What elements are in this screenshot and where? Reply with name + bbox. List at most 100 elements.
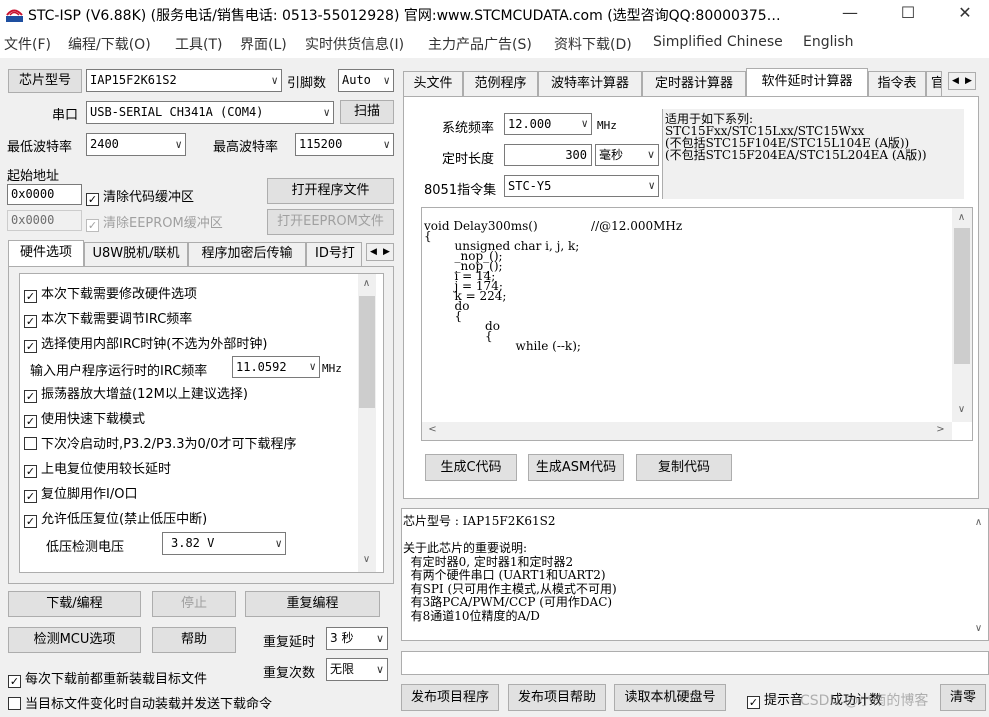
- tab-examples[interactable]: 范例程序: [463, 71, 538, 96]
- scroll-thumb[interactable]: [954, 228, 970, 364]
- hw-options-scrollbar[interactable]: ∧ ∨: [358, 274, 376, 572]
- menu-file[interactable]: 文件(F): [4, 34, 51, 54]
- scroll-up-icon[interactable]: ∧: [358, 278, 375, 289]
- tab-header-file[interactable]: 头文件: [403, 71, 463, 96]
- isa-select[interactable]: STC-Y5 ∨: [504, 175, 659, 197]
- tab-delay-calc[interactable]: 软件延时计算器: [746, 68, 868, 96]
- option-fast-download[interactable]: ✓ 使用快速下载模式: [24, 408, 145, 428]
- option-adjust-irc[interactable]: ✓ 本次下载需要调节IRC频率: [24, 308, 192, 328]
- clear-count-button[interactable]: 清零: [940, 684, 986, 711]
- sys-freq-select[interactable]: 12.000 ∨: [504, 113, 592, 135]
- stop-button[interactable]: 停止: [152, 591, 236, 617]
- tab-timer-calc[interactable]: 定时器计算器: [642, 71, 746, 96]
- option-p32-p33[interactable]: 下次冷启动时,P3.2/P3.3为0/0才可下载程序: [24, 433, 296, 452]
- maximize-button[interactable]: ☐: [885, 0, 931, 28]
- menu-program[interactable]: 编程/下载(O): [68, 34, 151, 54]
- menu-supply-info[interactable]: 实时供货信息(I): [305, 34, 404, 54]
- menu-chinese[interactable]: Simplified Chinese: [653, 34, 783, 50]
- publish-help-button[interactable]: 发布项目帮助: [508, 684, 606, 711]
- scroll-down-icon[interactable]: ∨: [970, 623, 987, 634]
- repeat-count-select[interactable]: 无限 ∨: [326, 658, 388, 681]
- delay-unit-select[interactable]: 毫秒 ∨: [595, 144, 659, 166]
- minimize-button[interactable]: —: [827, 0, 873, 28]
- reload-before-download-checkbox[interactable]: ✓ 每次下载前都重新装载目标文件: [8, 668, 207, 688]
- reprogram-button[interactable]: 重复编程: [245, 591, 380, 617]
- scroll-up-icon[interactable]: ∧: [970, 517, 987, 528]
- tab-hardware-options[interactable]: 硬件选项: [8, 240, 84, 266]
- right-tab-scroller[interactable]: ◀ ▶: [948, 72, 976, 90]
- eeprom-address-input[interactable]: 0x0000: [7, 210, 82, 231]
- generate-c-button[interactable]: 生成C代码: [425, 454, 517, 481]
- menu-ads[interactable]: 主力产品广告(S): [428, 34, 532, 54]
- scroll-thumb[interactable]: [359, 296, 375, 408]
- option-low-voltage-reset[interactable]: ✓ 允许低压复位(禁止低压中断): [24, 508, 207, 528]
- menu-tools[interactable]: 工具(T): [175, 34, 222, 54]
- download-button[interactable]: 下载/编程: [8, 591, 141, 617]
- max-baud-select[interactable]: 115200 ∨: [295, 133, 394, 156]
- close-button[interactable]: ✕: [942, 0, 988, 28]
- tab-left-arrow-icon[interactable]: ◀: [367, 244, 380, 260]
- tab-instruction-table[interactable]: 指令表: [868, 71, 926, 96]
- scroll-right-icon[interactable]: >: [932, 424, 949, 435]
- lvd-select[interactable]: 3.82 V ∨: [162, 532, 286, 555]
- pin-count-select[interactable]: Auto ∨: [338, 69, 394, 92]
- option-long-reset-delay[interactable]: ✓ 上电复位使用较长延时: [24, 458, 171, 478]
- help-button[interactable]: 帮助: [152, 627, 236, 653]
- generate-asm-button[interactable]: 生成ASM代码: [528, 454, 624, 481]
- tab-baud-calc[interactable]: 波特率计算器: [538, 71, 642, 96]
- check-icon: ✓: [24, 390, 37, 403]
- code-output-box[interactable]: void Delay300ms() //@12.000MHz{ unsigned…: [421, 207, 973, 441]
- code-address-input[interactable]: 0x0000: [7, 184, 82, 205]
- scroll-down-icon[interactable]: ∨: [953, 404, 970, 415]
- menu-interface[interactable]: 界面(L): [240, 34, 287, 54]
- chevron-down-icon: ∨: [383, 138, 390, 151]
- check-icon: ✓: [86, 193, 99, 206]
- tab-right-arrow-icon[interactable]: ▶: [380, 244, 393, 260]
- repeat-delay-select[interactable]: 3 秒 ∨: [326, 627, 388, 650]
- option-osc-gain[interactable]: ✓ 振荡器放大增益(12M以上建议选择): [24, 383, 248, 403]
- option-internal-irc[interactable]: ✓ 选择使用内部IRC时钟(不选为外部时钟): [24, 333, 267, 353]
- chip-type-button[interactable]: 芯片型号: [8, 69, 82, 93]
- tab-encrypted-transfer[interactable]: 程序加密后传输: [188, 242, 306, 266]
- tab-official[interactable]: 官: [926, 71, 942, 96]
- chevron-down-icon: ∨: [648, 179, 655, 192]
- menu-english[interactable]: English: [803, 34, 854, 50]
- code-v-scrollbar[interactable]: ∧ ∨: [952, 208, 972, 422]
- chip-type-select[interactable]: IAP15F2K61S2 ∨: [86, 69, 282, 92]
- delay-length-label: 定时长度: [442, 152, 495, 167]
- tab-left-arrow-icon[interactable]: ◀: [949, 73, 962, 89]
- start-address-label: 起始地址: [7, 169, 60, 184]
- code-h-scrollbar[interactable]: < >: [422, 422, 952, 440]
- open-eeprom-file-button[interactable]: 打开EEPROM文件: [267, 209, 394, 235]
- read-disk-id-button[interactable]: 读取本机硬盘号: [614, 684, 726, 711]
- menu-downloads[interactable]: 资料下载(D): [554, 34, 632, 54]
- check-icon: ✓: [86, 219, 99, 232]
- scroll-down-icon[interactable]: ∨: [358, 554, 375, 565]
- open-program-file-button[interactable]: 打开程序文件: [267, 178, 394, 204]
- left-tab-scroller[interactable]: ◀ ▶: [366, 243, 394, 261]
- detect-mcu-button[interactable]: 检测MCU选项: [8, 627, 141, 653]
- auto-reload-checkbox[interactable]: 当目标文件变化时自动装载并发送下载命令: [8, 693, 272, 712]
- scroll-up-icon[interactable]: ∧: [953, 212, 970, 223]
- option-reset-as-io[interactable]: ✓ 复位脚用作I/O口: [24, 483, 137, 503]
- chip-info-box[interactable]: 芯片型号 : IAP15F2K61S2 关于此芯片的重要说明: 有定时器0, 定…: [401, 508, 989, 641]
- tab-right-arrow-icon[interactable]: ▶: [962, 73, 975, 89]
- copy-code-button[interactable]: 复制代码: [636, 454, 732, 481]
- tab-u8w[interactable]: U8W脱机/联机: [84, 242, 188, 266]
- clear-eeprom-checkbox[interactable]: ✓ 清除EEPROM缓冲区: [86, 212, 223, 232]
- irc-unit-label: MHz: [322, 362, 342, 375]
- min-baud-select[interactable]: 2400 ∨: [86, 133, 186, 156]
- delay-length-input[interactable]: 300: [504, 144, 592, 166]
- clear-code-checkbox[interactable]: ✓ 清除代码缓冲区: [86, 186, 194, 206]
- option-modify-hw[interactable]: ✓ 本次下载需要修改硬件选项: [24, 283, 197, 303]
- scroll-left-icon[interactable]: <: [424, 424, 441, 435]
- beep-checkbox[interactable]: ✓ 提示音: [747, 689, 803, 709]
- lvd-label: 低压检测电压: [46, 540, 125, 555]
- stc-logo-icon: [6, 9, 23, 22]
- irc-frequency-select[interactable]: 11.0592 ∨: [232, 356, 320, 378]
- scan-button[interactable]: 扫描: [340, 100, 394, 124]
- port-select[interactable]: USB-SERIAL CH341A (COM4) ∨: [86, 101, 334, 124]
- tab-id[interactable]: ID号打: [306, 242, 362, 266]
- pin-count-label: 引脚数: [287, 76, 327, 91]
- publish-program-button[interactable]: 发布项目程序: [401, 684, 499, 711]
